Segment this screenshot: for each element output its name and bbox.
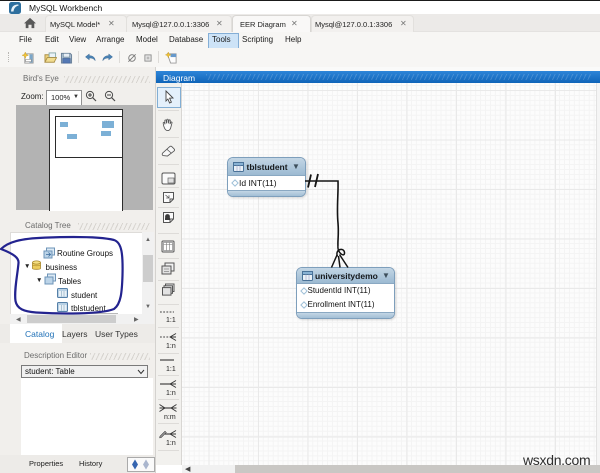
svg-text:1:n: 1:n <box>166 343 176 350</box>
svg-text:1:1: 1:1 <box>166 366 176 373</box>
svg-text:1:n: 1:n <box>166 390 176 397</box>
svg-text:n:m: n:m <box>164 414 176 421</box>
svg-text:1:1: 1:1 <box>166 317 176 324</box>
svg-text:1:n: 1:n <box>166 440 176 447</box>
